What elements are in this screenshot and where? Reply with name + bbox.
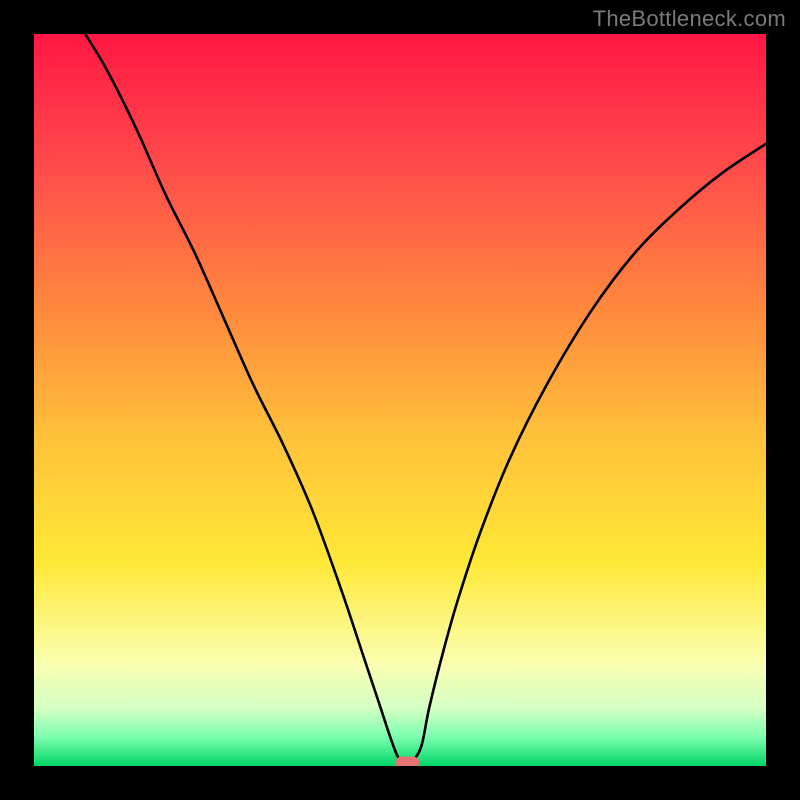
bottleneck-chart: TheBottleneck.com (0, 0, 800, 800)
watermark-text: TheBottleneck.com (593, 6, 786, 32)
chart-svg (0, 0, 800, 800)
